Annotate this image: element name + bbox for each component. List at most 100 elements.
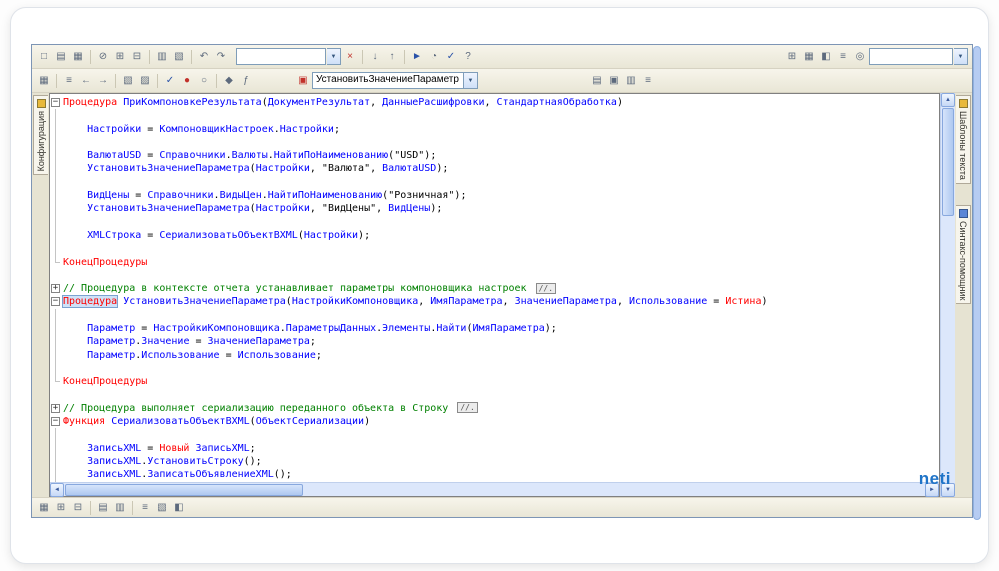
vertical-scroll-track[interactable] xyxy=(941,107,956,483)
preview-layout-icon[interactable]: ▧ xyxy=(154,500,170,516)
procedure-combobox[interactable]: УстановитьЗначениеПараметр ▼ xyxy=(312,72,478,89)
code-line[interactable] xyxy=(50,215,939,229)
uncomment-lines-icon[interactable]: ▨ xyxy=(137,73,153,89)
toolbar-right-dropdown-icon[interactable]: ▼ xyxy=(954,48,968,65)
collapse-icon[interactable]: − xyxy=(50,415,63,428)
format-block-icon[interactable]: ≡ xyxy=(61,73,77,89)
comment-lines-icon[interactable]: ▧ xyxy=(120,73,136,89)
code-line[interactable] xyxy=(50,308,939,323)
search-dropdown-icon[interactable]: ▼ xyxy=(327,48,341,65)
module-syntax-check-icon[interactable]: ✓ xyxy=(162,73,178,89)
code-line[interactable] xyxy=(50,175,939,190)
syntax-assistant-icon[interactable]: ▣ xyxy=(606,73,622,89)
shift-left-icon[interactable]: ← xyxy=(78,73,94,89)
code-line[interactable]: Настройки = КомпоновщикНастроек.Настройк… xyxy=(50,122,939,136)
procedures-functions-list-icon[interactable]: ƒ xyxy=(238,73,254,89)
fold-guide xyxy=(50,122,63,136)
save-icon[interactable]: ▦ xyxy=(70,49,86,65)
syntax-check-icon[interactable]: ✓ xyxy=(443,49,459,65)
code-line[interactable]: ЗаписьXML.УстановитьСтроку(); xyxy=(50,455,939,469)
code-line[interactable]: ЗаписьXML = Новый ЗаписьXML; xyxy=(50,441,939,456)
code-line[interactable]: +// Процедура выполняет сериализацию пер… xyxy=(50,402,939,415)
code-line[interactable]: Параметр.Значение = ЗначениеПараметра; xyxy=(50,335,939,349)
code-line[interactable]: КонецПроцедуры xyxy=(50,375,939,388)
open-file-icon[interactable]: ▤ xyxy=(53,49,69,65)
tab-syntax-helper[interactable]: Синтакс-помощник xyxy=(956,205,971,305)
layout-settings-icon[interactable]: ◧ xyxy=(171,500,187,516)
horizontal-scroll-thumb[interactable] xyxy=(65,483,303,496)
code-line[interactable]: ВидЦены = Справочники.ВидыЦен.НайтиПоНаи… xyxy=(50,189,939,203)
find-next-icon[interactable]: ↓ xyxy=(367,49,383,65)
start-debugging-icon[interactable]: ► xyxy=(409,49,425,65)
code-line[interactable] xyxy=(50,109,939,123)
code-line[interactable]: +// Процедура в контексте отчета устанав… xyxy=(50,282,939,295)
search-input[interactable] xyxy=(236,48,326,65)
compare-files-icon[interactable]: ◧ xyxy=(818,49,834,65)
properties-icon[interactable]: ≡ xyxy=(137,500,153,516)
tab-text-templates[interactable]: Шаблоны текста xyxy=(956,95,971,184)
print-icon[interactable]: ▥ xyxy=(154,49,170,65)
scroll-up-icon[interactable]: ▲ xyxy=(941,93,955,107)
code-line[interactable] xyxy=(50,135,939,150)
calendar-icon[interactable]: ▦ xyxy=(801,49,817,65)
add-row-icon[interactable]: ⊞ xyxy=(53,500,69,516)
redo-icon[interactable]: ↷ xyxy=(213,49,229,65)
code-line[interactable] xyxy=(50,361,939,376)
code-line[interactable]: Параметр.Использование = Использование; xyxy=(50,348,939,362)
collapse-icon[interactable]: − xyxy=(50,96,63,109)
horizontal-scroll-track[interactable] xyxy=(64,483,925,497)
code-line[interactable]: КонецПроцедуры xyxy=(50,255,939,269)
new-document-icon[interactable]: □ xyxy=(36,49,52,65)
about-icon[interactable]: ◎ xyxy=(852,49,868,65)
code-line[interactable]: − Процедура УстановитьЗначениеПараметра(Н… xyxy=(50,295,939,309)
collapse-icon[interactable]: − xyxy=(50,295,63,308)
undo-icon[interactable]: ↶ xyxy=(196,49,212,65)
vertical-scrollbar[interactable]: ▲ ▼ xyxy=(940,93,955,497)
code-line[interactable]: Параметр = НастройкиКомпоновщика.Парамет… xyxy=(50,322,939,336)
save-module-icon[interactable]: ▦ xyxy=(36,73,52,89)
code-formatting-icon[interactable]: ▥ xyxy=(623,73,639,89)
service-options-icon[interactable]: ≡ xyxy=(835,49,851,65)
code-line[interactable] xyxy=(50,389,939,402)
print-preview-icon[interactable]: ▧ xyxy=(171,49,187,65)
outer-scrollbar[interactable] xyxy=(973,46,981,520)
shift-right-icon[interactable]: → xyxy=(95,73,111,89)
calculator-icon[interactable]: ⊞ xyxy=(784,49,800,65)
breakpoints-list-icon[interactable]: ○ xyxy=(196,73,212,89)
measure-performance-icon[interactable]: ◔ xyxy=(426,49,442,65)
code-line[interactable]: − Функция СериализоватьОбъектВXML(ОбъектС… xyxy=(50,415,939,428)
cut-icon[interactable]: ⊘ xyxy=(95,49,111,65)
code-line[interactable]: УстановитьЗначениеПараметра(Настройки, "… xyxy=(50,162,939,176)
code-line[interactable] xyxy=(50,428,939,442)
scroll-left-icon[interactable]: ◄ xyxy=(50,482,64,497)
code-area[interactable]: − Процедура ПриКомпоновкеРезультата(Докум… xyxy=(50,94,939,482)
module-settings-icon[interactable]: ≡ xyxy=(640,73,656,89)
help-icon[interactable]: ? xyxy=(460,49,476,65)
expand-icon[interactable]: + xyxy=(50,282,63,295)
merge-cells-icon[interactable]: ▤ xyxy=(95,500,111,516)
code-line[interactable] xyxy=(50,242,939,256)
code-editor[interactable]: − Процедура ПриКомпоновкеРезультата(Докум… xyxy=(49,93,940,497)
expand-icon[interactable]: + xyxy=(50,402,63,415)
grid-view-icon[interactable]: ▦ xyxy=(36,500,52,516)
toolbar-right-input[interactable] xyxy=(869,48,953,65)
code-line[interactable]: ЗаписьXML.ЗаписатьОбъявлениеXML(); xyxy=(50,468,939,482)
code-line[interactable]: ВалютаUSD = Справочники.Валюты.НайтиПоНа… xyxy=(50,149,939,163)
go-to-definition-icon[interactable]: ◆ xyxy=(221,73,237,89)
delete-row-icon[interactable]: ⊟ xyxy=(70,500,86,516)
code-line[interactable]: УстановитьЗначениеПараметра(Настройки, "… xyxy=(50,202,939,216)
code-line[interactable]: XMLСтрока = СериализоватьОбъектВXML(Наст… xyxy=(50,228,939,243)
vertical-scroll-thumb[interactable] xyxy=(941,108,954,216)
horizontal-scrollbar[interactable]: ◄ ► xyxy=(50,482,939,497)
clear-search-icon[interactable]: × xyxy=(342,49,358,65)
find-previous-icon[interactable]: ↑ xyxy=(384,49,400,65)
procedure-combobox-arrow-icon[interactable]: ▼ xyxy=(464,72,478,89)
toggle-breakpoint-icon[interactable]: ● xyxy=(179,73,195,89)
tab-configuration[interactable]: Конфигурация xyxy=(33,95,48,176)
code-line[interactable] xyxy=(50,269,939,282)
paste-icon[interactable]: ⊟ xyxy=(129,49,145,65)
text-templates-icon[interactable]: ▤ xyxy=(589,73,605,89)
split-cells-icon[interactable]: ▥ xyxy=(112,500,128,516)
code-line[interactable]: − Процедура ПриКомпоновкеРезультата(Докум… xyxy=(50,96,939,109)
copy-icon[interactable]: ⊞ xyxy=(112,49,128,65)
